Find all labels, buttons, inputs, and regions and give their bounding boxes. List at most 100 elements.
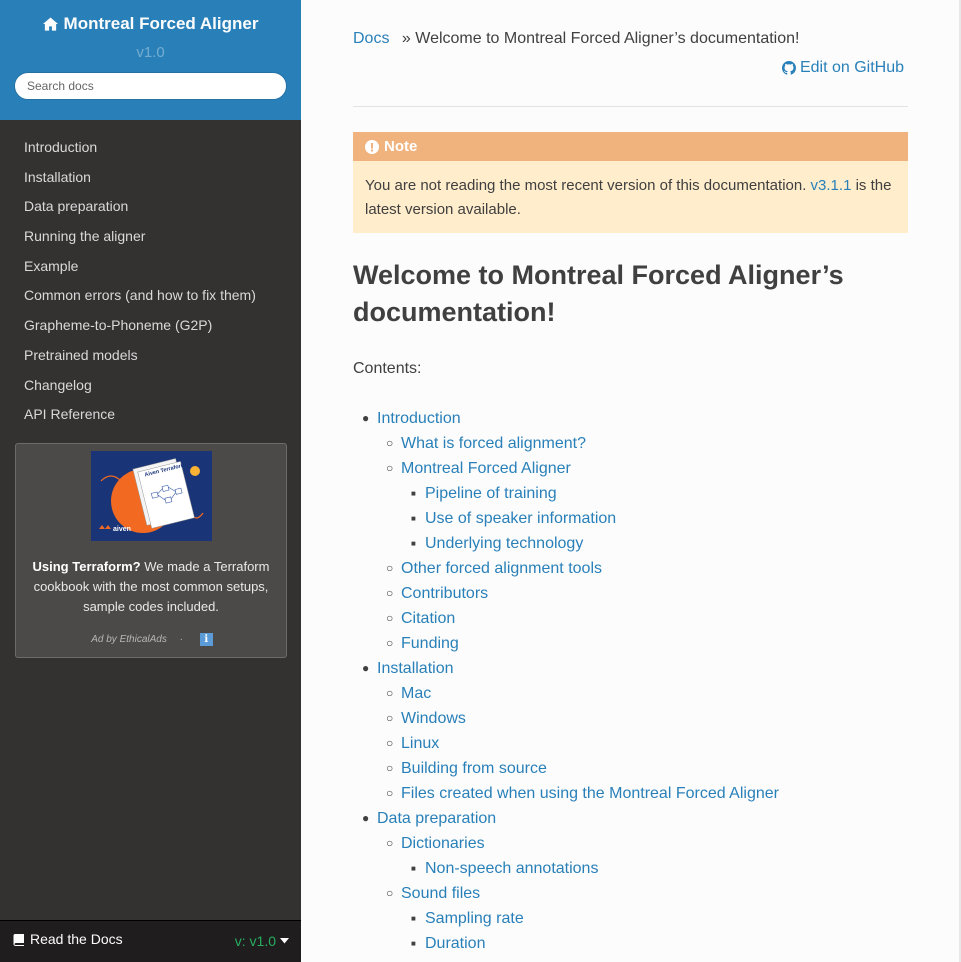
sidebar-item-g2p[interactable]: Grapheme-to-Phoneme (G2P) bbox=[0, 315, 301, 345]
toc-link[interactable]: Linux bbox=[401, 735, 439, 752]
ad-image-brand: aiven bbox=[113, 526, 131, 533]
sidebar-item-pretrained-models[interactable]: Pretrained models bbox=[0, 345, 301, 375]
toc-link[interactable]: Pipeline of training bbox=[425, 485, 557, 502]
sidebar-item-running-the-aligner[interactable]: Running the aligner bbox=[0, 226, 301, 256]
toc-bullet: ○ bbox=[386, 786, 394, 800]
note-body: You are not reading the most recent vers… bbox=[353, 161, 908, 222]
main-content: Docs » Welcome to Montreal Forced Aligne… bbox=[301, 0, 961, 962]
sidebar-item-example[interactable]: Example bbox=[0, 256, 301, 286]
exclamation-circle-icon bbox=[365, 139, 379, 154]
toc-link[interactable]: Funding bbox=[401, 635, 459, 652]
breadcrumb-current: Welcome to Montreal Forced Aligner’s doc… bbox=[415, 30, 800, 47]
toc-link[interactable]: Sampling rate bbox=[425, 910, 524, 927]
edit-on-github-text: Edit on GitHub bbox=[799, 59, 904, 76]
page-title: Welcome to Montreal Forced Aligner’s doc… bbox=[353, 260, 844, 327]
toc-item: ■ Pipeline of training bbox=[353, 481, 908, 506]
ad-attribution[interactable]: Ad by EthicalAds bbox=[91, 634, 167, 645]
sidebar-nav: Introduction Installation Data preparati… bbox=[0, 120, 301, 434]
current-version-text: v: v1.0 bbox=[234, 933, 276, 949]
toc-bullet: ■ bbox=[411, 939, 416, 948]
toc-bullet: ■ bbox=[411, 864, 416, 873]
toc-bullet: ○ bbox=[386, 886, 394, 900]
toc-link[interactable]: Installation bbox=[377, 660, 454, 677]
toc-bullet: ● bbox=[362, 411, 370, 425]
toc-item: ○ Citation bbox=[353, 606, 908, 631]
toc-item: ○ Funding bbox=[353, 631, 908, 656]
contents-label: Contents: bbox=[353, 360, 422, 377]
info-icon[interactable]: i bbox=[199, 633, 213, 646]
toc-bullet: ■ bbox=[411, 539, 416, 548]
current-version[interactable]: v: v1.0 bbox=[235, 933, 289, 949]
latest-version-link[interactable]: v3.1.1 bbox=[811, 177, 852, 194]
edit-on-github-link[interactable]: Edit on GitHub bbox=[781, 59, 904, 77]
toc-link[interactable]: Files created when using the Montreal Fo… bbox=[401, 785, 779, 802]
toc-link[interactable]: Montreal Forced Aligner bbox=[401, 460, 571, 477]
toc-bullet: ● bbox=[362, 661, 370, 675]
toc-link[interactable]: Mac bbox=[401, 685, 431, 702]
sidebar-item-data-preparation[interactable]: Data preparation bbox=[0, 196, 301, 226]
sidebar-item-api-reference[interactable]: API Reference bbox=[0, 404, 301, 434]
table-of-contents: ● Introduction ○ What is forced alignment? ○… bbox=[353, 406, 908, 956]
search-input[interactable] bbox=[14, 72, 287, 100]
toc-link[interactable]: Building from source bbox=[401, 760, 547, 777]
toc-link[interactable]: Duration bbox=[425, 935, 485, 952]
toc-link[interactable]: Use of speaker information bbox=[425, 510, 616, 527]
ethical-ad: Aiven Terraform Cookbook aiven Using Ter… bbox=[15, 443, 287, 658]
toc-link[interactable]: Sound files bbox=[401, 885, 480, 902]
versions-bar[interactable]: Read the Docs v: v1.0 bbox=[0, 920, 301, 962]
toc-bullet: ■ bbox=[411, 914, 416, 923]
toc-bullet: ■ bbox=[411, 489, 416, 498]
toc-bullet: ● bbox=[362, 811, 370, 825]
toc-link[interactable]: Contributors bbox=[401, 585, 488, 602]
toc-bullet: ○ bbox=[386, 611, 394, 625]
sidebar-item-common-errors[interactable]: Common errors (and how to fix them) bbox=[0, 285, 301, 315]
note-title: Note bbox=[353, 132, 908, 161]
toc-link[interactable]: Introduction bbox=[377, 410, 461, 427]
toc-bullet: ○ bbox=[386, 761, 394, 775]
toc-link[interactable]: Windows bbox=[401, 710, 466, 727]
breadcrumb-docs-link[interactable]: Docs bbox=[353, 30, 389, 47]
project-home-link[interactable]: Montreal Forced Aligner bbox=[42, 14, 258, 34]
read-the-docs-text: Read the Docs bbox=[30, 931, 123, 947]
ad-text[interactable]: Using Terraform? We made a Terraform coo… bbox=[22, 557, 280, 617]
toc-link[interactable]: Underlying technology bbox=[425, 535, 583, 552]
note-text-before: You are not reading the most recent vers… bbox=[365, 177, 811, 194]
toc-link[interactable]: Dictionaries bbox=[401, 835, 485, 852]
toc-bullet: ○ bbox=[386, 736, 394, 750]
toc-bullet: ○ bbox=[386, 636, 394, 650]
ad-separator: · bbox=[179, 634, 183, 646]
ad-illustration: Aiven Terraform Cookbook aiven bbox=[91, 451, 212, 541]
sidebar-header: Montreal Forced Aligner v1.0 bbox=[0, 0, 301, 120]
sidebar-item-installation[interactable]: Installation bbox=[0, 167, 301, 197]
version-warning-note: Note You are not reading the most recent… bbox=[353, 132, 908, 233]
toc-link[interactable]: What is forced alignment? bbox=[401, 435, 586, 452]
toc-item: ○ Linux bbox=[353, 731, 908, 756]
toc-item: ○ Files created when using the Montreal F… bbox=[353, 781, 908, 806]
toc-item: ○ Montreal Forced Aligner bbox=[353, 456, 908, 481]
toc-link[interactable]: Citation bbox=[401, 610, 455, 627]
toc-item: ○ Mac bbox=[353, 681, 908, 706]
toc-item: ■ Non-speech annotations bbox=[353, 856, 908, 881]
caret-down-icon bbox=[280, 938, 289, 944]
sidebar-item-changelog[interactable]: Changelog bbox=[0, 375, 301, 405]
home-icon bbox=[42, 17, 58, 31]
toc-link[interactable]: Data preparation bbox=[377, 810, 496, 827]
breadcrumb-separator: » bbox=[401, 30, 411, 47]
header-divider bbox=[353, 106, 908, 107]
ad-image[interactable]: Aiven Terraform Cookbook aiven bbox=[91, 451, 212, 541]
toc-bullet: ○ bbox=[386, 686, 394, 700]
toc-item: ● Installation bbox=[353, 656, 908, 681]
toc-item: ○ Contributors bbox=[353, 581, 908, 606]
toc-item: ■ Underlying technology bbox=[353, 531, 908, 556]
toc-item: ● Data preparation bbox=[353, 806, 908, 831]
breadcrumb: Docs » Welcome to Montreal Forced Aligne… bbox=[353, 30, 799, 48]
sidebar-item-introduction[interactable]: Introduction bbox=[0, 137, 301, 167]
book-icon bbox=[13, 933, 24, 946]
version-label: v1.0 bbox=[136, 44, 165, 61]
toc-item: ○ Other forced alignment tools bbox=[353, 556, 908, 581]
toc-item: ■ Use of speaker information bbox=[353, 506, 908, 531]
toc-link[interactable]: Other forced alignment tools bbox=[401, 560, 602, 577]
note-title-text: Note bbox=[384, 138, 418, 155]
toc-link[interactable]: Non-speech annotations bbox=[425, 860, 598, 877]
toc-bullet: ○ bbox=[386, 711, 394, 725]
